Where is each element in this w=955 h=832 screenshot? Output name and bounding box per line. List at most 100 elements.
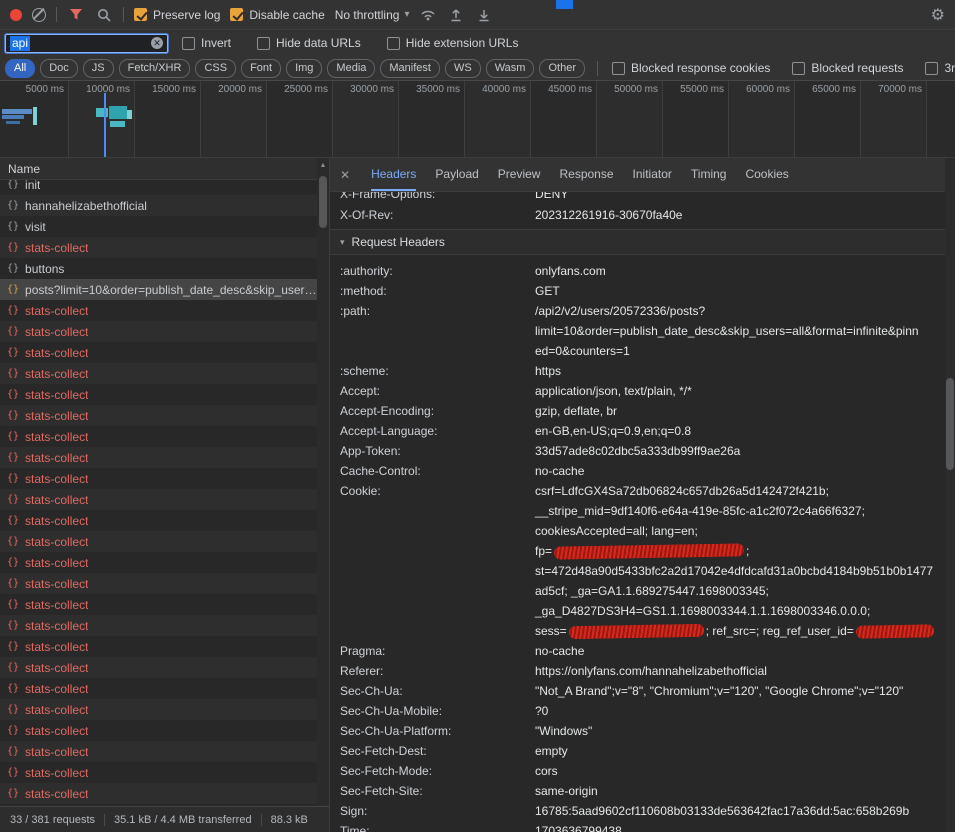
filter-pill-css[interactable]: CSS [195,59,236,78]
header-value-line: en-GB,en-US;q=0.9,en;q=0.8 [535,421,691,441]
request-row[interactable]: {}stats-collect [0,552,317,573]
request-row[interactable]: {}stats-collect [0,510,317,531]
request-row[interactable]: {}init [0,180,317,195]
scrollbar-thumb[interactable] [319,176,327,228]
request-row[interactable]: {}stats-collect [0,321,317,342]
request-row[interactable]: {}stats-collect [0,615,317,636]
header-name: Sec-Ch-Ua-Mobile: [340,701,535,721]
request-row[interactable]: {}stats-collect [0,594,317,615]
filter-checkbox-blocked-requests[interactable]: Blocked requests [792,61,903,75]
header-row: Pragma:no-cache [340,641,945,661]
details-scrollbar[interactable] [945,158,955,832]
request-row[interactable]: {}buttons [0,258,317,279]
header-row: Sec-Fetch-Site:same-origin [340,781,945,801]
request-row[interactable]: {}stats-collect [0,657,317,678]
request-row[interactable]: {}stats-collect [0,741,317,762]
scroll-up-icon[interactable]: ▲ [317,162,329,169]
tab-preview[interactable]: Preview [498,158,541,191]
request-row[interactable]: {}stats-collect [0,489,317,510]
request-row[interactable]: {}stats-collect [0,237,317,258]
request-row[interactable]: {}visit [0,216,317,237]
timeline-activity-bar [110,121,125,127]
request-row[interactable]: {}stats-collect [0,405,317,426]
header-value: GET [535,281,560,301]
script-icon: {} [7,221,19,232]
filter-pill-other[interactable]: Other [539,59,585,78]
settings-gear-icon[interactable]: ⚙ [931,5,945,25]
filter-pill-img[interactable]: Img [286,59,322,78]
clear-filter-icon[interactable]: ✕ [151,37,163,49]
scrollbar-thumb[interactable] [946,378,954,470]
detail-tabs: ✕ Headers Payload Preview Response Initiator… [330,158,955,192]
header-value-line: fp=; [535,541,936,561]
header-value-line: _ga_D4827DS3H4=GS1.1.1698003344.1.1.1698… [535,601,936,621]
request-row[interactable]: {}hannahelizabethofficial [0,195,317,216]
header-value: 16785:5aad9602cf110608b03133de563642fac1… [535,801,909,821]
filter-pill-ws[interactable]: WS [445,59,481,78]
filter-pill-fetch-xhr[interactable]: Fetch/XHR [119,59,191,78]
header-row: Sec-Ch-Ua-Platform:"Windows" [340,721,945,741]
filter-pill-manifest[interactable]: Manifest [380,59,440,78]
preserve-log-checkbox[interactable]: Preserve log [134,8,220,22]
checkbox-checked-icon [134,8,147,21]
close-icon[interactable]: ✕ [340,168,350,182]
request-row[interactable]: {}stats-collect [0,762,317,783]
request-row[interactable]: {}stats-collect [0,720,317,741]
header-value-line: https [535,361,561,381]
hide-extension-urls-checkbox[interactable]: Hide extension URLs [387,36,519,50]
search-icon[interactable] [95,6,113,24]
record-button[interactable] [10,9,22,21]
throttling-dropdown[interactable]: No throttling ▾ [335,8,410,22]
request-label: stats-collect [25,745,88,759]
tab-initiator[interactable]: Initiator [633,158,672,191]
filter-pill-doc[interactable]: Doc [40,59,78,78]
filter-checkbox-blocked-response-cookies[interactable]: Blocked response cookies [612,61,770,75]
request-row[interactable]: {}stats-collect [0,678,317,699]
request-row[interactable]: {}stats-collect [0,783,317,804]
request-row[interactable]: {}stats-collect [0,468,317,489]
request-row[interactable]: {}stats-collect [0,447,317,468]
filter-icon[interactable] [67,6,85,24]
request-label: stats-collect [25,430,88,444]
request-row[interactable]: {}stats-collect [0,573,317,594]
script-icon: {} [7,263,19,274]
tab-cookies[interactable]: Cookies [745,158,788,191]
script-icon: {} [7,326,19,337]
request-list-scrollbar[interactable]: ▲ [317,158,329,806]
hide-data-urls-checkbox[interactable]: Hide data URLs [257,36,361,50]
tab-payload[interactable]: Payload [435,158,478,191]
request-row[interactable]: {}stats-collect [0,384,317,405]
header-value: same-origin [535,781,598,801]
tab-response[interactable]: Response [559,158,613,191]
filter-pill-font[interactable]: Font [241,59,281,78]
export-har-icon[interactable] [475,6,493,24]
import-har-icon[interactable] [447,6,465,24]
request-row[interactable]: {}stats-collect [0,699,317,720]
tab-headers[interactable]: Headers [371,158,416,191]
request-row[interactable]: {}stats-collect [0,342,317,363]
filter-pill-wasm[interactable]: Wasm [486,59,535,78]
filter-pill-media[interactable]: Media [327,59,375,78]
request-headers-section[interactable]: ▾ Request Headers [330,229,945,255]
invert-checkbox[interactable]: Invert [182,36,231,50]
script-icon: {} [7,347,19,358]
network-conditions-icon[interactable] [419,6,437,24]
header-row: App-Token:33d57ade8c02dbc5a333db99ff9ae2… [340,441,945,461]
request-row[interactable]: {}stats-collect [0,426,317,447]
filter-pill-js[interactable]: JS [83,59,114,78]
timeline-overview[interactable]: 5000 ms10000 ms15000 ms20000 ms25000 ms3… [0,81,955,158]
filter-input[interactable]: api ✕ [5,34,168,53]
clear-network-log-icon[interactable] [32,8,46,22]
request-row[interactable]: {}stats-collect [0,636,317,657]
disable-cache-checkbox[interactable]: Disable cache [230,8,324,22]
request-row[interactable]: {}stats-collect [0,363,317,384]
request-row[interactable]: {}posts?limit=10&order=publish_date_desc… [0,279,317,300]
filter-pill-all[interactable]: All [5,59,35,78]
filter-checkbox-3rd-party-requests[interactable]: 3rd-party requests [925,61,955,75]
tab-timing[interactable]: Timing [691,158,727,191]
name-column-header[interactable]: Name [0,158,329,180]
request-row[interactable]: {}stats-collect [0,531,317,552]
request-row[interactable]: {}stats-collect [0,300,317,321]
request-label: stats-collect [25,661,88,675]
preserve-log-label: Preserve log [153,8,220,22]
